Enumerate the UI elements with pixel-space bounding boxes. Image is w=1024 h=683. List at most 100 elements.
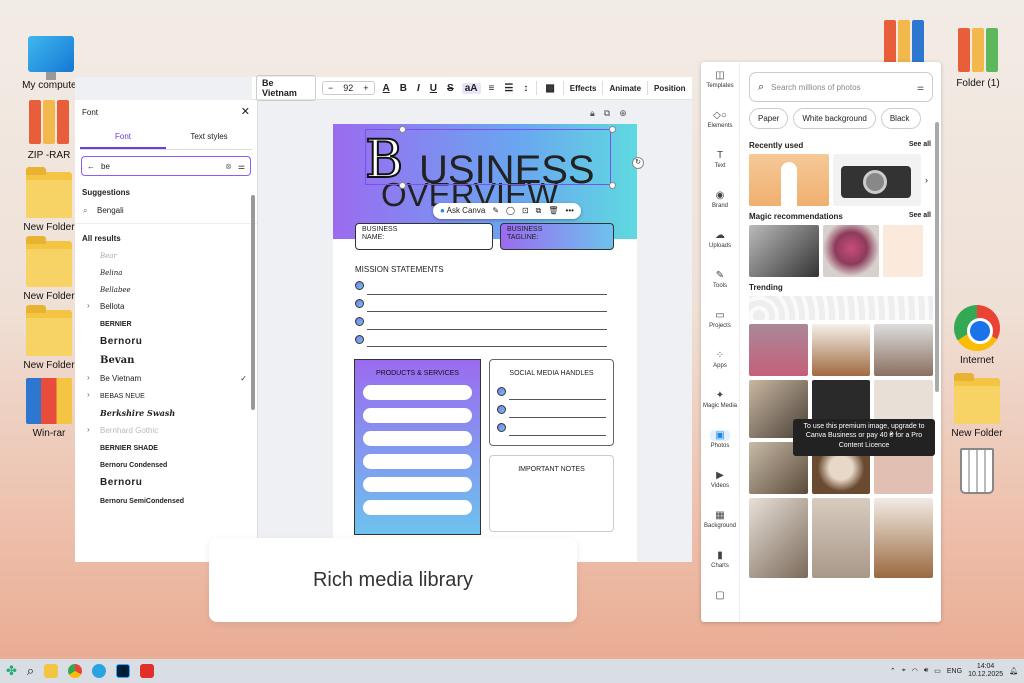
rail-item-templates[interactable]: ◫ Templates (701, 62, 739, 102)
selection-handle[interactable] (609, 182, 616, 189)
desktop-icon-zip-rar[interactable]: ZIP -RAR (14, 100, 84, 161)
bold-icon[interactable]: B (398, 83, 409, 94)
back-arrow-icon[interactable]: ← (87, 162, 95, 171)
rail-item-projects[interactable]: ▭ Projects (701, 302, 739, 342)
network-icon[interactable]: ⌖ (902, 667, 906, 675)
desktop-icon-new-folder-2[interactable]: New Folder (14, 236, 84, 302)
photo-camera[interactable] (833, 154, 921, 206)
volume-icon[interactable]: 🔊︎ (924, 667, 928, 675)
expand-chevron-icon[interactable]: › (87, 301, 90, 310)
social-media-box[interactable]: SOCIAL MEDIA HANDLES (489, 359, 614, 446)
suggestion-item[interactable]: ⌕ Bengali (75, 201, 257, 224)
battery-icon[interactable]: ▭ (934, 667, 941, 675)
photo-vase[interactable] (874, 498, 933, 578)
rail-item-charts[interactable]: ▮ Charts (701, 542, 739, 582)
carousel-next-icon[interactable]: › (925, 154, 933, 206)
language-indicator[interactable]: ENG (947, 668, 962, 675)
search-icon[interactable]: ⌕ (27, 663, 34, 679)
rail-item-magic-media[interactable]: ✦ Magic Media (701, 382, 739, 422)
close-icon[interactable]: ✕ (241, 105, 250, 118)
photo-jar[interactable] (874, 324, 933, 376)
desktop-icon-recycle-bin[interactable] (942, 448, 1012, 498)
tab-text-styles[interactable]: Text styles (166, 126, 252, 149)
spacing-icon[interactable]: ↕ (521, 83, 530, 94)
align-icon[interactable]: ≡ (487, 83, 497, 94)
font-result-item[interactable]: Bernoru SemiCondensed (75, 492, 257, 509)
file-explorer-icon[interactable] (44, 664, 59, 678)
more-icon[interactable]: ••• (566, 206, 574, 216)
design-page[interactable]: B USINESS OVERVIEW ● Ask Canva ✎ ◯ ⊡ ⧉ 🗑… (333, 124, 637, 562)
photo-flowers[interactable] (823, 225, 879, 277)
position-button[interactable]: Position (654, 84, 686, 93)
tab-font[interactable]: Font (80, 126, 166, 149)
photo-search-input[interactable]: ⌕ Search millions of photos ⚌ (749, 72, 933, 102)
expand-chevron-icon[interactable]: › (87, 373, 90, 382)
acrobat-icon[interactable] (140, 664, 155, 678)
telegram-icon[interactable] (92, 664, 107, 678)
font-result-item[interactable]: Bernoru (75, 332, 257, 351)
lock-icon[interactable]: ⊡ (522, 206, 529, 216)
photo-shadows[interactable] (749, 225, 819, 277)
duplicate-icon[interactable]: ⧉ (536, 206, 542, 216)
filter-icon[interactable]: ⚌ (238, 162, 245, 171)
selection-handle[interactable] (399, 182, 406, 189)
rail-item-background[interactable]: ▦ Background (701, 502, 739, 542)
rail-item-photos[interactable]: ▣ Photos (701, 422, 739, 462)
photo-lace[interactable] (749, 296, 933, 320)
photo-bed[interactable] (749, 498, 808, 578)
desktop-icon-folder-1[interactable]: Folder (1) (943, 28, 1013, 89)
rail-item-elements[interactable]: ◇○ Elements (701, 102, 739, 142)
desktop-icon-new-folder-3[interactable]: New Folder (14, 305, 84, 371)
photo-sunglasses[interactable] (811, 498, 871, 578)
business-tagline-box[interactable]: BUSINESS TAGLINE: (500, 223, 614, 250)
photo-man-white-shirt[interactable] (749, 154, 829, 206)
font-search-input[interactable]: ← be ⊗ ⚌ (81, 156, 251, 176)
list-icon[interactable]: ☰ (502, 83, 515, 94)
duplicate-page-icon[interactable]: ⧉ (604, 108, 610, 119)
font-result-item[interactable]: Berkshire Swash (75, 404, 257, 422)
increase-size-button[interactable]: + (358, 82, 373, 94)
clock[interactable]: 14:04 10.12.2025 (968, 663, 1003, 680)
desktop-icon-internet[interactable]: Internet (942, 305, 1012, 366)
strikethrough-icon[interactable]: S (445, 83, 456, 94)
start-icon[interactable]: ✤ (6, 663, 17, 679)
photo-wood-sign[interactable] (811, 324, 871, 376)
rail-item-brand[interactable]: ◉ Brand (701, 182, 739, 222)
font-result-item[interactable]: › BEBAS NEUE (75, 387, 257, 404)
expand-chevron-icon[interactable]: › (87, 390, 90, 399)
chrome-icon[interactable] (68, 664, 83, 678)
notifications-icon[interactable]: 🔔︎ (1009, 667, 1018, 675)
products-services-box[interactable]: PRODUCTS & SERVICES (354, 359, 481, 535)
add-page-icon[interactable]: ⊕ (619, 108, 627, 119)
font-result-item[interactable]: › Bernhard Gothic (75, 422, 257, 439)
chip-paper[interactable]: Paper (749, 108, 789, 129)
mission-heading[interactable]: MISSION STATEMENTS (355, 265, 444, 274)
font-size-value[interactable]: 92 (338, 82, 358, 94)
font-result-item[interactable]: BERNIER SHADE (75, 439, 257, 456)
photoshop-icon[interactable] (116, 664, 131, 678)
lock-icon[interactable]: 🔒︎ (590, 108, 595, 119)
case-icon[interactable]: aA (461, 82, 481, 94)
rail-item-text[interactable]: T Text (701, 142, 739, 182)
font-result-item[interactable]: › Be Vietnam ✓ (75, 370, 257, 387)
font-selector[interactable]: Be Vietnam (256, 75, 316, 101)
filter-icon[interactable]: ⚌ (917, 83, 924, 92)
italic-icon[interactable]: I (415, 83, 422, 94)
chip-black[interactable]: Black (880, 108, 921, 129)
wifi-icon[interactable]: ◠ (912, 667, 918, 675)
font-result-item[interactable]: Bear (75, 247, 257, 264)
underline-icon[interactable]: U (428, 83, 439, 94)
font-result-item[interactable]: › Bellota (75, 298, 257, 315)
chip-white-background[interactable]: White background (793, 108, 876, 129)
rail-item-apps[interactable]: ⁘ Apps (701, 342, 739, 382)
see-all-link[interactable]: See all (909, 141, 931, 150)
font-result-item[interactable]: Bernoru Condensed (75, 456, 257, 473)
desktop-icon-new-folder-r[interactable]: New Folder (942, 373, 1012, 439)
decrease-size-button[interactable]: − (323, 82, 338, 94)
font-result-item[interactable]: Bevan (75, 351, 257, 370)
transparency-icon[interactable]: ▩ (543, 83, 556, 94)
selection-handle[interactable] (609, 126, 616, 133)
rail-item-tools[interactable]: ✎ Tools (701, 262, 739, 302)
photo-petals[interactable] (883, 225, 923, 277)
delete-icon[interactable]: 🗑︎ (548, 206, 558, 216)
